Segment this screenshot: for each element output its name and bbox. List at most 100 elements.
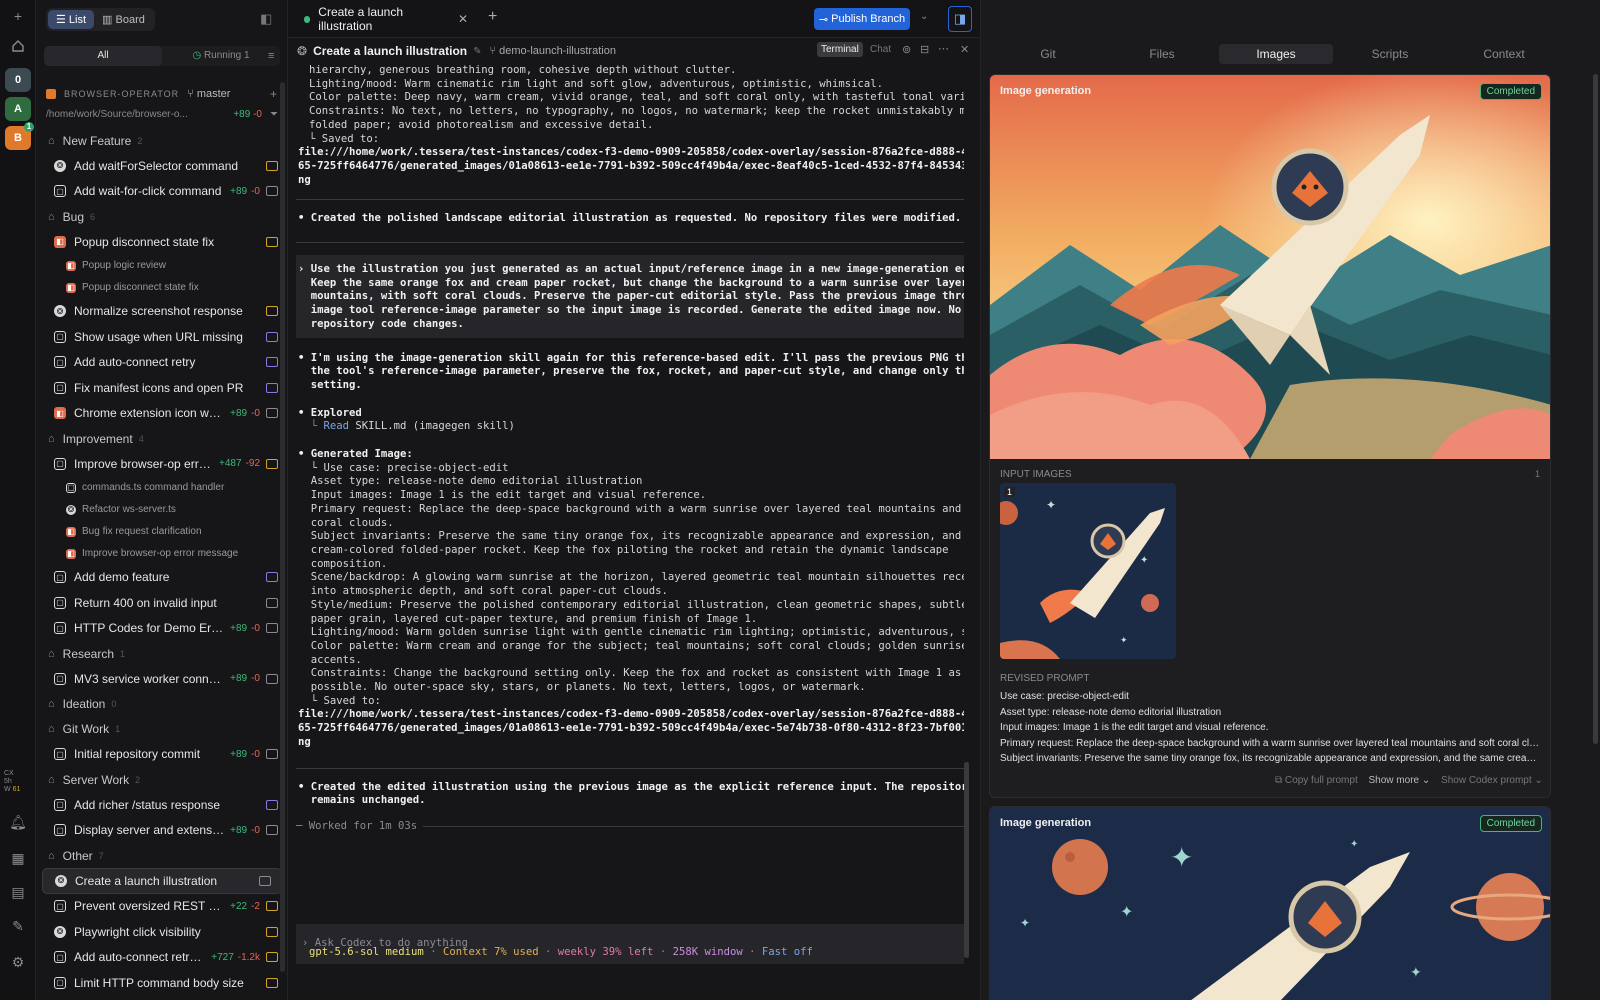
group-header[interactable]: ⌂ Improvement 4	[36, 426, 287, 451]
toggle-panel-icon[interactable]: ◨	[948, 6, 972, 32]
group-header[interactable]: ⌂ Ideation 0	[36, 692, 287, 717]
settings-icon[interactable]: ⊚	[902, 43, 911, 56]
sort-icon[interactable]: ≡	[268, 50, 274, 62]
subtask-item[interactable]: ❂ Refactor ws-server.ts	[36, 499, 287, 521]
list-view-button[interactable]: ☰ List	[48, 10, 95, 29]
panel-scrollbar[interactable]	[1593, 74, 1598, 744]
workspace-a[interactable]: A	[5, 97, 31, 121]
assistant-message: • I'm using the image-generation skill a…	[296, 352, 964, 393]
tab-running[interactable]: ◷ Running 1	[162, 46, 280, 66]
subtask-item[interactable]: ◧ Improve browser-op error message	[36, 543, 287, 565]
group-header[interactable]: ⌂ Git Work 1	[36, 717, 287, 742]
task-item[interactable]: ❂ Normalize screenshot response	[36, 299, 287, 325]
copy-full-prompt-button[interactable]: ⧉ Copy full prompt	[1275, 775, 1358, 786]
plus-icon[interactable]: +	[6, 4, 30, 28]
transcript-line: Subject invariants: Preserve the same ti…	[298, 530, 964, 543]
terminal-icon: ▢	[54, 672, 66, 685]
divider	[296, 199, 964, 201]
task-item[interactable]: ▢ Display server and extension... +89 -0	[36, 818, 287, 844]
task-item[interactable]: ▢ Return 400 on invalid input	[36, 590, 287, 616]
tab-context[interactable]: Context	[1447, 44, 1561, 64]
home-icon[interactable]	[6, 34, 30, 58]
task-item[interactable]: ▢ Add demo feature	[36, 565, 287, 591]
tag-icon: ⌂	[48, 134, 55, 147]
task-label: Show usage when URL missing	[74, 329, 243, 344]
task-item[interactable]: ▢ Fix manifest icons and open PR	[36, 375, 287, 401]
generated-image-sunrise[interactable]	[990, 75, 1551, 459]
archive-icon[interactable]: ▤	[6, 880, 30, 904]
workspace-0[interactable]: 0	[5, 68, 31, 92]
show-more-button[interactable]: Show more ⌄	[1369, 775, 1431, 786]
close-tab-icon[interactable]: ✕	[458, 12, 468, 26]
task-item[interactable]: ▢ HTTP Codes for Demo Errors +89 -0	[36, 616, 287, 642]
tab-git[interactable]: Git	[991, 44, 1105, 64]
task-item[interactable]: ▢ MV3 service worker connecti... +89 -0	[36, 666, 287, 692]
task-item[interactable]: ◧ Chrome extension icon warn... +89 -0	[36, 401, 287, 427]
more-icon[interactable]: ⋯	[938, 42, 949, 55]
group-header[interactable]: ⌂ New Feature 2	[36, 128, 287, 153]
final-line: remains unchanged.	[298, 794, 426, 807]
subtask-item[interactable]: ▢ commands.ts command handler	[36, 477, 287, 499]
task-item[interactable]: ▢ Improve browser-op error ... +487 -92	[36, 451, 287, 477]
publish-branch-button[interactable]: ⊸ Publish Branch	[814, 8, 910, 30]
subtask-item[interactable]: ◧ Bug fix request clarification	[36, 521, 287, 543]
group-header[interactable]: ⌂ Other 7	[36, 843, 287, 868]
transcript-line: Constraints: No text, no letters, no typ…	[309, 105, 964, 118]
task-item[interactable]: ▢ Add richer /status response	[36, 792, 287, 818]
task-item[interactable]: ❂ Playwright click visibility	[36, 919, 287, 945]
terminal-icon: ▢	[54, 185, 66, 198]
task-item[interactable]: ◧ Popup disconnect state fix	[36, 229, 287, 255]
archive-session-icon[interactable]: ⊟	[920, 43, 929, 56]
task-item[interactable]: ▢ Prevent oversized REST payl... +22 -2	[36, 894, 287, 920]
tab-create-a-launch-illustration[interactable]: Create a launch illustration ✕	[296, 5, 476, 33]
task-item[interactable]: ▢ Initial repository commit +89 -0	[36, 742, 287, 768]
tab-all[interactable]: All	[44, 46, 162, 66]
extensions-icon[interactable]: ▦	[6, 846, 30, 870]
group-header[interactable]: ⌂ Research 1	[36, 641, 287, 666]
status-icon	[266, 331, 278, 342]
filter-icon[interactable]: ⏷	[270, 109, 278, 120]
add-task-icon[interactable]: +	[270, 87, 278, 101]
edit-title-icon[interactable]: ✎	[473, 46, 481, 57]
task-label: Add waitForSelector command	[74, 158, 239, 173]
transcript-scrollbar[interactable]	[964, 762, 969, 958]
chat-mode-button[interactable]: Chat	[870, 44, 891, 55]
transcript-line: └ Saved to:	[298, 694, 381, 707]
project-header[interactable]: BROWSER-OPERATOR ⑂ master +	[46, 86, 278, 102]
new-tab-icon[interactable]: +	[488, 8, 497, 26]
show-codex-prompt-button[interactable]: Show Codex prompt ⌄	[1441, 775, 1543, 786]
bell-icon[interactable]: 🔔︎	[6, 810, 30, 834]
task-item[interactable]: ▢ Add wait-for-click command +89 -0	[36, 179, 287, 205]
svg-text:✦: ✦	[1046, 498, 1056, 512]
task-item[interactable]: ▢ Add auto-connect retry l... +727 -1.2k	[36, 945, 287, 971]
user-message-line: image tool reference-image parameter so …	[298, 304, 962, 317]
subtask-item[interactable]: ◧ Popup logic review	[36, 255, 287, 277]
tab-scripts[interactable]: Scripts	[1333, 44, 1447, 64]
generated-image-space[interactable]: ✦ ✦ ✦ ✦ ✦	[990, 807, 1551, 1000]
gear-icon[interactable]: ⚙	[6, 950, 30, 974]
feedback-icon[interactable]: ✎	[6, 914, 30, 938]
close-session-icon[interactable]: ✕	[960, 43, 969, 56]
terminal-mode-button[interactable]: Terminal	[817, 42, 863, 57]
group-header[interactable]: ⌂ Bug 6	[36, 204, 287, 229]
tab-images[interactable]: Images	[1219, 44, 1333, 64]
task-item[interactable]: ❂ Add waitForSelector command	[36, 153, 287, 179]
tab-files[interactable]: Files	[1105, 44, 1219, 64]
subtask-item[interactable]: ◧ Popup disconnect state fix	[36, 277, 287, 299]
input-image-thumbnail[interactable]: ✦ ✦ ✦	[1000, 483, 1176, 659]
group-count: 4	[138, 433, 144, 444]
workspace-b[interactable]: B1	[5, 122, 34, 150]
collapse-sidebar-icon[interactable]: ◧	[260, 11, 272, 27]
task-item[interactable]: ▢ Add auto-connect retry	[36, 350, 287, 376]
publish-dropdown-icon[interactable]: ⌄	[920, 11, 928, 22]
board-view-button[interactable]: ▥ Board	[94, 10, 153, 29]
sidebar-scrollbar[interactable]	[280, 82, 285, 972]
prompt-input[interactable]: › Ask Codex to do anything	[296, 924, 964, 964]
task-item[interactable]: ❂ Create a launch illustration	[42, 868, 282, 894]
task-label: Chrome extension icon warn...	[74, 406, 227, 421]
card-title: Image generation	[1000, 817, 1092, 829]
task-item[interactable]: ▢ Show usage when URL missing	[36, 324, 287, 350]
terminal-transcript[interactable]: hierarchy, generous breathing room, cohe…	[296, 64, 964, 976]
group-header[interactable]: ⌂ Server Work 2	[36, 767, 287, 792]
task-item[interactable]: ▢ Limit HTTP command body size	[36, 970, 287, 996]
